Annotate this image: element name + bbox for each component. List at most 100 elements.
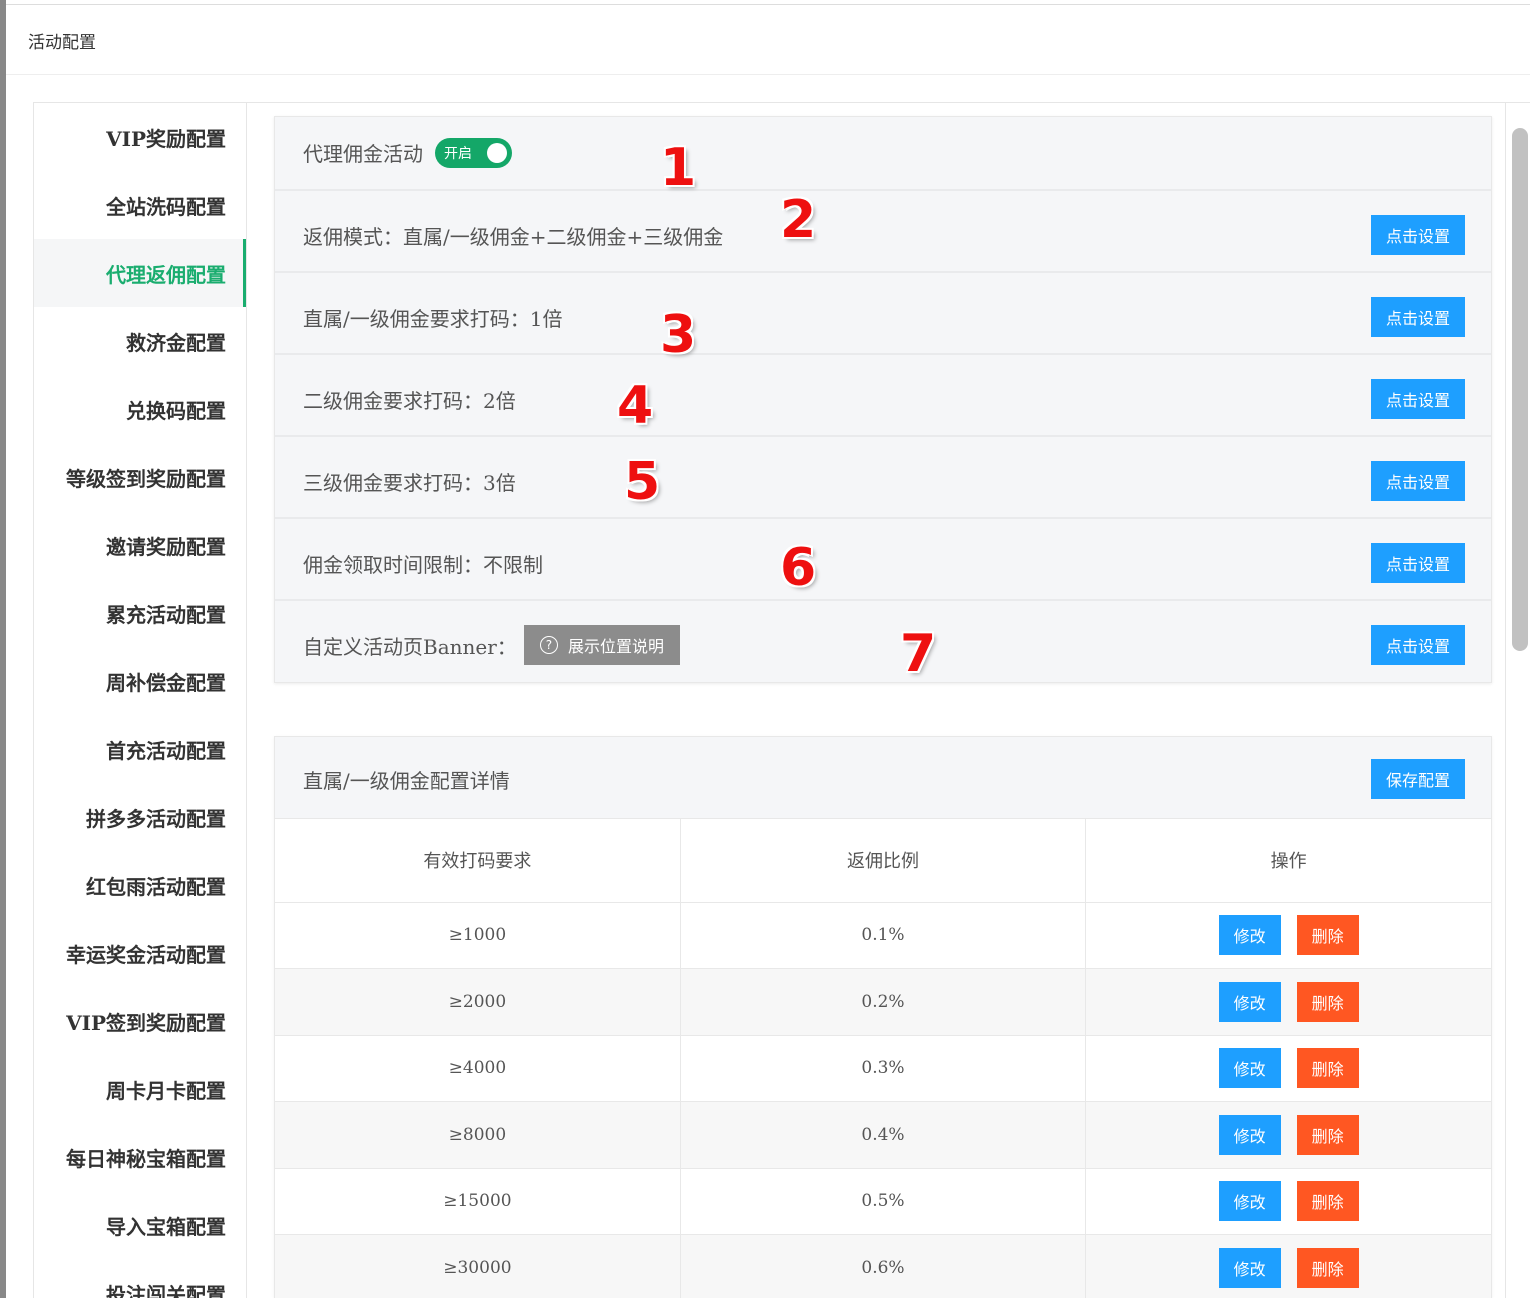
- table-row: ≥30000 0.6% 修改 删除: [275, 1234, 1491, 1298]
- banner-help-label: 展示位置说明: [567, 637, 664, 656]
- window-edge: [0, 0, 6, 1298]
- cell-ratio: 0.2%: [680, 968, 1087, 1036]
- edit-button[interactable]: 修改: [1218, 915, 1281, 956]
- set-mode-button[interactable]: 点击设置: [1371, 215, 1465, 255]
- row-custom-banner: 自定义活动页Banner： ? 展示位置说明 点击设置: [275, 601, 1491, 683]
- sidebar-item-first-deposit[interactable]: 首充活动配置: [34, 715, 246, 783]
- cell-actions: 修改 删除: [1085, 1234, 1491, 1298]
- sidebar-item-week-month-card[interactable]: 周卡月卡配置: [34, 1055, 246, 1123]
- detail-header: 直属/一级佣金配置详情 保存配置: [275, 737, 1491, 819]
- claim-time-limit-label: 佣金领取时间限制：不限制: [303, 553, 543, 577]
- commission-table: 有效打码要求 返佣比例 操作 ≥1000 0.1% 修改 删除 ≥2000 0.2…: [275, 819, 1491, 1298]
- sidebar-item-pinduoduo[interactable]: 拼多多活动配置: [34, 783, 246, 851]
- sidebar-item-relief-fund[interactable]: 救济金配置: [34, 307, 246, 375]
- row-level2-requirement: 二级佣金要求打码：2倍 点击设置: [275, 355, 1491, 437]
- commission-mode-label: 返佣模式：直属/一级佣金+二级佣金+三级佣金: [303, 225, 724, 249]
- delete-button[interactable]: 删除: [1296, 915, 1359, 956]
- sidebar-item-lucky-bonus[interactable]: 幸运奖金活动配置: [34, 919, 246, 987]
- sidebar-item-site-rebate[interactable]: 全站洗码配置: [34, 171, 246, 239]
- cell-ratio: 0.4%: [680, 1101, 1087, 1169]
- config-sidebar: VIP奖励配置 全站洗码配置 代理返佣配置 救济金配置 兑换码配置 等级签到奖励…: [33, 102, 247, 1298]
- row-level1-requirement: 直属/一级佣金要求打码：1倍 点击设置: [275, 273, 1491, 355]
- edit-button[interactable]: 修改: [1218, 1048, 1281, 1089]
- delete-button[interactable]: 删除: [1296, 1181, 1359, 1222]
- cell-actions: 修改 删除: [1085, 968, 1491, 1036]
- set-time-limit-button[interactable]: 点击设置: [1371, 543, 1465, 583]
- edit-button[interactable]: 修改: [1218, 981, 1281, 1022]
- cell-ratio: 0.3%: [680, 1035, 1087, 1102]
- annotation-1: 1: [660, 138, 697, 198]
- sidebar-item-import-box[interactable]: 导入宝箱配置: [34, 1191, 246, 1259]
- level3-requirement-label: 三级佣金要求打码：3倍: [303, 471, 516, 495]
- column-header-actions: 操作: [1085, 819, 1491, 903]
- edit-button[interactable]: 修改: [1218, 1181, 1281, 1222]
- cell-ratio: 0.1%: [680, 902, 1087, 969]
- title-divider: [6, 74, 1530, 75]
- cell-requirement: ≥30000: [275, 1234, 681, 1298]
- toggle-label: 开启: [444, 146, 472, 162]
- activity-toggle[interactable]: 开启: [435, 138, 512, 168]
- question-icon: ?: [539, 636, 558, 654]
- cell-requirement: ≥2000: [275, 968, 681, 1036]
- edit-button[interactable]: 修改: [1218, 1247, 1281, 1288]
- row-activity-toggle: 代理佣金活动 开启: [275, 117, 1491, 191]
- cell-actions: 修改 删除: [1085, 1035, 1491, 1102]
- save-config-button[interactable]: 保存配置: [1371, 759, 1465, 799]
- cell-requirement: ≥8000: [275, 1101, 681, 1169]
- sidebar-item-cumulative-deposit[interactable]: 累充活动配置: [34, 579, 246, 647]
- column-header-ratio: 返佣比例: [680, 819, 1087, 903]
- sidebar-item-vip-reward[interactable]: VIP奖励配置: [34, 103, 246, 171]
- custom-banner-label: 自定义活动页Banner：: [303, 635, 517, 659]
- table-row: ≥8000 0.4% 修改 删除: [275, 1101, 1491, 1169]
- annotation-7: 7: [900, 624, 937, 684]
- sidebar-item-weekly-compensation[interactable]: 周补偿金配置: [34, 647, 246, 715]
- edit-button[interactable]: 修改: [1218, 1114, 1281, 1155]
- toggle-knob: [487, 143, 507, 163]
- row-commission-mode: 返佣模式：直属/一级佣金+二级佣金+三级佣金 点击设置: [275, 191, 1491, 273]
- sidebar-item-level-checkin[interactable]: 等级签到奖励配置: [34, 443, 246, 511]
- activity-label: 代理佣金活动: [303, 142, 423, 166]
- cell-requirement: ≥4000: [275, 1035, 681, 1102]
- set-level2-button[interactable]: 点击设置: [1371, 379, 1465, 419]
- sidebar-item-red-packet-rain[interactable]: 红包雨活动配置: [34, 851, 246, 919]
- cell-actions: 修改 删除: [1085, 1168, 1491, 1235]
- sidebar-item-bet-challenge[interactable]: 投注闯关配置: [34, 1259, 246, 1298]
- annotation-5: 5: [624, 452, 661, 512]
- banner-position-help-button[interactable]: ? 展示位置说明: [524, 625, 680, 665]
- sidebar-item-vip-checkin[interactable]: VIP签到奖励配置: [34, 987, 246, 1055]
- table-row: ≥2000 0.2% 修改 删除: [275, 968, 1491, 1036]
- level2-requirement-label: 二级佣金要求打码：2倍: [303, 389, 516, 413]
- sidebar-item-redeem-code[interactable]: 兑换码配置: [34, 375, 246, 443]
- level1-requirement-label: 直属/一级佣金要求打码：1倍: [303, 307, 563, 331]
- delete-button[interactable]: 删除: [1296, 1247, 1359, 1288]
- table-row: ≥1000 0.1% 修改 删除: [275, 902, 1491, 969]
- cell-ratio: 0.6%: [680, 1234, 1087, 1298]
- sidebar-item-daily-mystery-box[interactable]: 每日神秘宝箱配置: [34, 1123, 246, 1191]
- annotation-2: 2: [780, 190, 817, 250]
- sidebar-item-agent-commission[interactable]: 代理返佣配置: [34, 239, 246, 307]
- set-level1-button[interactable]: 点击设置: [1371, 297, 1465, 337]
- top-divider: [6, 4, 1530, 5]
- cell-requirement: ≥1000: [275, 902, 681, 969]
- table-row: ≥15000 0.5% 修改 删除: [275, 1168, 1491, 1235]
- cell-actions: 修改 删除: [1085, 902, 1491, 969]
- commission-settings-panel: 代理佣金活动 开启 返佣模式：直属/一级佣金+二级佣金+三级佣金 点击设置 直属…: [274, 116, 1492, 683]
- content-right-border: [1505, 102, 1506, 1298]
- delete-button[interactable]: 删除: [1296, 1114, 1359, 1155]
- table-row: ≥4000 0.3% 修改 删除: [275, 1035, 1491, 1102]
- page-title: 活动配置: [28, 33, 96, 53]
- set-banner-button[interactable]: 点击设置: [1371, 625, 1465, 665]
- commission-detail-panel: 直属/一级佣金配置详情 保存配置 有效打码要求 返佣比例 操作 ≥1000 0.…: [274, 736, 1492, 1298]
- sidebar-item-invite-reward[interactable]: 邀请奖励配置: [34, 511, 246, 579]
- delete-button[interactable]: 删除: [1296, 981, 1359, 1022]
- cell-requirement: ≥15000: [275, 1168, 681, 1235]
- set-level3-button[interactable]: 点击设置: [1371, 461, 1465, 501]
- cell-actions: 修改 删除: [1085, 1101, 1491, 1169]
- detail-title: 直属/一级佣金配置详情: [303, 769, 510, 793]
- column-header-requirement: 有效打码要求: [275, 819, 681, 903]
- row-level3-requirement: 三级佣金要求打码：3倍 点击设置: [275, 437, 1491, 519]
- annotation-6: 6: [780, 538, 817, 598]
- vertical-scrollbar[interactable]: [1512, 128, 1528, 651]
- annotation-4: 4: [617, 376, 654, 436]
- delete-button[interactable]: 删除: [1296, 1048, 1359, 1089]
